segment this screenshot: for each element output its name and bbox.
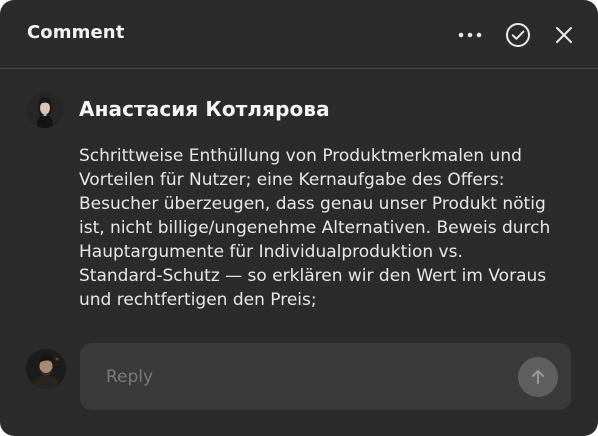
comment-body-line: Besucher überzeugen, dass genau unser Pr… bbox=[79, 194, 546, 214]
comment-body-line: Schrittweise Enthüllung von Produktmerkm… bbox=[79, 146, 522, 166]
send-button[interactable] bbox=[518, 357, 558, 397]
comment-body-line: und rechtfertigen den Preis; bbox=[79, 290, 317, 310]
comment-body-line: ist, nicht billige/ungenehme Alternative… bbox=[79, 218, 551, 238]
reply-input[interactable] bbox=[106, 365, 486, 389]
current-user-avatar bbox=[26, 349, 66, 389]
comment-panel: Comment Анастасия Котлярова Schrittweise… bbox=[0, 0, 598, 436]
comment-body-line: Vorteilen für Nutzer; eine Kernaufgabe d… bbox=[79, 170, 505, 190]
author-avatar bbox=[27, 92, 63, 128]
comment-body: Schrittweise Enthüllung von Produktmerkm… bbox=[79, 144, 569, 312]
check-circle-icon bbox=[506, 23, 530, 47]
panel-title: Comment bbox=[27, 22, 125, 43]
comment-body-line: Standard-Schutz — so erklären wir den We… bbox=[79, 266, 547, 286]
comment-body-line: Hauptargumente für Individualproduktion … bbox=[79, 242, 463, 262]
more-icon bbox=[458, 32, 482, 38]
resolve-button[interactable] bbox=[503, 20, 533, 50]
panel-header: Comment bbox=[0, 0, 598, 69]
arrow-up-icon bbox=[532, 370, 544, 384]
reply-box bbox=[80, 343, 571, 410]
comment-author: Анастасия Котлярова bbox=[79, 97, 330, 121]
close-button[interactable] bbox=[549, 20, 579, 50]
close-icon bbox=[556, 27, 572, 43]
more-options-button[interactable] bbox=[455, 20, 485, 50]
